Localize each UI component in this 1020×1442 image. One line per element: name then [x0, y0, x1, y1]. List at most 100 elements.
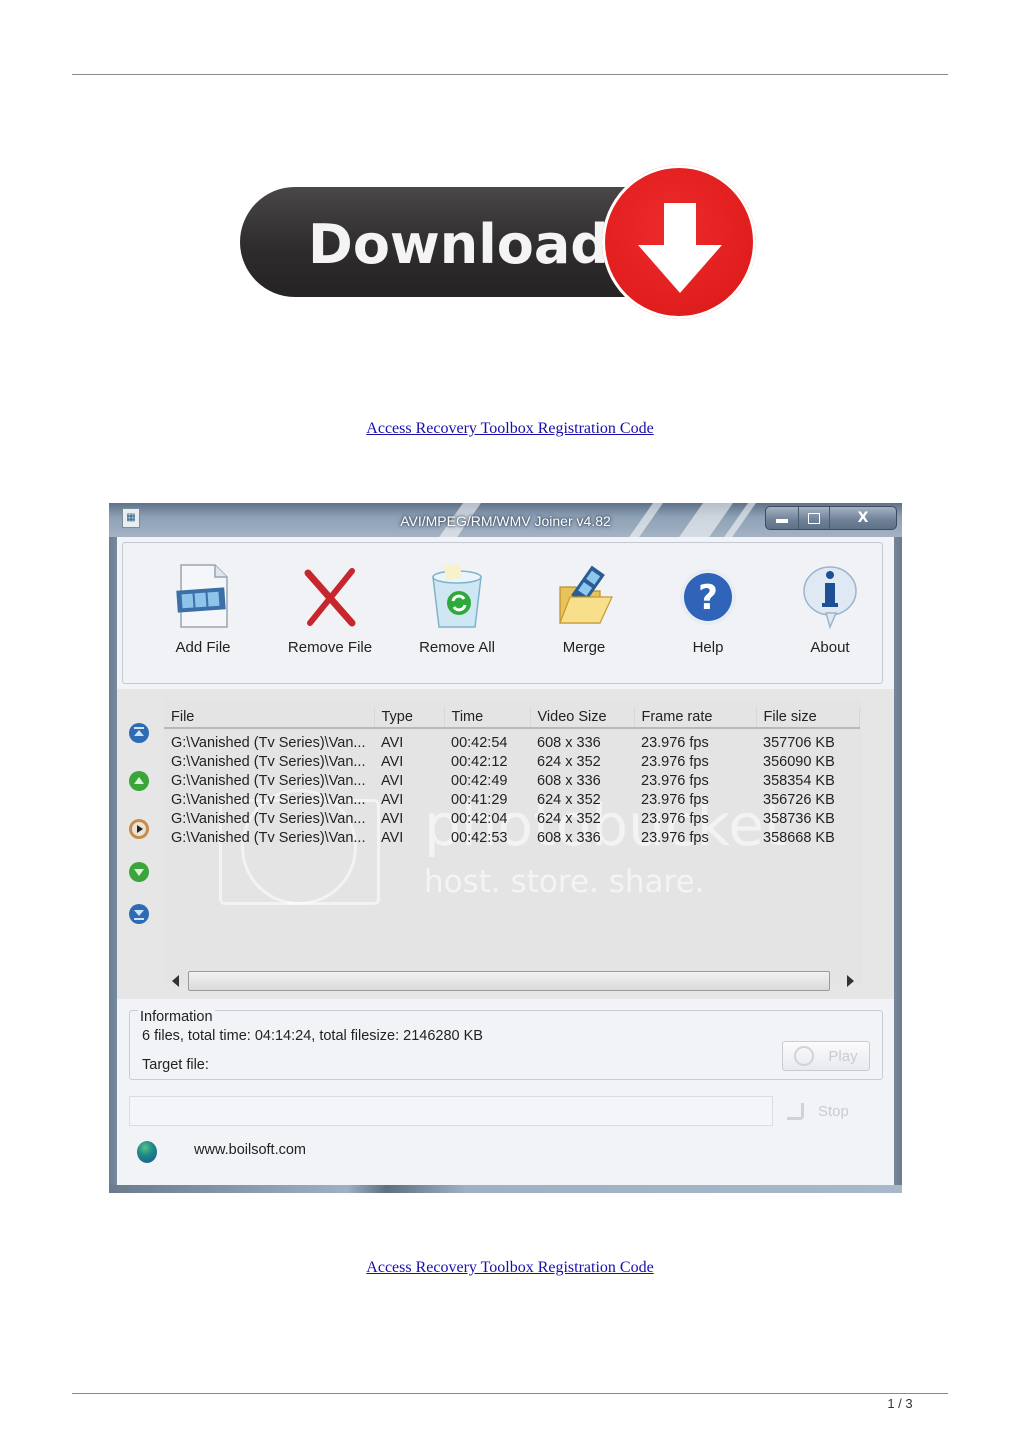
cell-type: AVI	[381, 810, 404, 827]
cell-file: G:\Vanished (Tv Series)\Van...	[171, 734, 366, 751]
cell-file-size: 358668 KB	[763, 829, 835, 846]
minimize-icon	[776, 519, 788, 523]
help-button[interactable]: ? Help	[658, 561, 758, 671]
maximize-icon	[808, 512, 820, 524]
help-label: Help	[692, 639, 724, 656]
cell-frame-rate: 23.976 fps	[641, 772, 709, 789]
cell-time: 00:42:53	[451, 829, 508, 846]
target-file-label: Target file:	[142, 1057, 209, 1073]
column-header-frame-rate[interactable]: Frame rate	[634, 707, 757, 729]
cell-type: AVI	[381, 829, 404, 846]
stop-icon	[787, 1102, 804, 1120]
column-header-time[interactable]: Time	[444, 707, 531, 729]
remove-file-button[interactable]: Remove File	[280, 561, 380, 671]
move-bottom-button[interactable]	[128, 903, 150, 925]
about-button[interactable]: About	[780, 561, 880, 671]
move-top-button[interactable]	[128, 722, 150, 744]
film-file-icon	[176, 564, 228, 628]
cell-file-size: 358354 KB	[763, 772, 835, 789]
file-list-area: photobucket host. store. share. File Typ…	[117, 689, 894, 999]
watermark-tagline: host. store. share.	[424, 864, 705, 900]
scroll-right-arrow-icon[interactable]	[847, 975, 854, 987]
cell-file-size: 356090 KB	[763, 753, 835, 770]
recycle-bin-icon	[432, 563, 482, 628]
close-button[interactable]: X	[830, 507, 896, 529]
window-bottom-frame	[109, 1185, 902, 1193]
top-divider	[72, 74, 948, 75]
download-button[interactable]: Download	[240, 165, 758, 320]
cell-video-size: 624 x 352	[537, 810, 601, 827]
cell-file: G:\Vanished (Tv Series)\Van...	[171, 810, 366, 827]
cell-time: 00:42:04	[451, 810, 508, 827]
move-down-button[interactable]	[128, 861, 150, 883]
cell-frame-rate: 23.976 fps	[641, 829, 709, 846]
cell-file: G:\Vanished (Tv Series)\Van...	[171, 791, 366, 808]
remove-all-label: Remove All	[419, 639, 495, 656]
play-preview-button[interactable]	[128, 818, 150, 840]
table-row[interactable]: G:\Vanished (Tv Series)\Van... AVI 00:42…	[164, 771, 859, 790]
red-x-icon	[304, 568, 356, 627]
close-icon: X	[857, 510, 869, 526]
cell-video-size: 608 x 336	[537, 734, 601, 751]
cell-type: AVI	[381, 753, 404, 770]
horizontal-scrollbar[interactable]	[172, 971, 862, 991]
scrollbar-thumb[interactable]	[188, 971, 830, 991]
cell-time: 00:42:12	[451, 753, 508, 770]
app-window: ▦ AVI/MPEG/RM/WMV Joiner v4.82 X Add Fil…	[109, 503, 902, 1193]
page-number: 1 / 3	[887, 1396, 913, 1411]
minimize-button[interactable]	[766, 507, 799, 529]
window-controls: X	[765, 506, 897, 530]
add-file-button[interactable]: Add File	[153, 561, 253, 671]
move-down-icon	[129, 862, 149, 882]
table-row[interactable]: G:\Vanished (Tv Series)\Van... AVI 00:42…	[164, 733, 859, 752]
play-preview-icon	[129, 819, 149, 839]
cell-frame-rate: 23.976 fps	[641, 810, 709, 827]
table-row[interactable]: G:\Vanished (Tv Series)\Van... AVI 00:42…	[164, 828, 859, 847]
title-bar: ▦ AVI/MPEG/RM/WMV Joiner v4.82 X	[109, 503, 902, 543]
cell-video-size: 608 x 336	[537, 772, 601, 789]
move-top-icon	[129, 723, 149, 743]
cell-type: AVI	[381, 734, 404, 751]
maximize-button[interactable]	[799, 507, 830, 529]
folder-film-icon	[559, 565, 613, 624]
stop-label: Stop	[818, 1102, 849, 1120]
cell-video-size: 608 x 336	[537, 829, 601, 846]
promo-link-top[interactable]: Access Recovery Toolbox Registration Cod…	[0, 420, 1020, 438]
column-header-type[interactable]: Type	[374, 707, 445, 729]
merge-button[interactable]: Merge	[534, 561, 634, 671]
cell-file: G:\Vanished (Tv Series)\Van...	[171, 753, 366, 770]
information-group: Information 6 files, total time: 04:14:2…	[129, 1009, 883, 1080]
file-list[interactable]: photobucket host. store. share. File Typ…	[164, 699, 862, 984]
scroll-left-arrow-icon[interactable]	[172, 975, 179, 987]
move-up-icon	[129, 771, 149, 791]
table-row[interactable]: G:\Vanished (Tv Series)\Van... AVI 00:42…	[164, 809, 859, 828]
cell-file-size: 356726 KB	[763, 791, 835, 808]
remove-all-button[interactable]: Remove All	[407, 561, 507, 671]
add-file-label: Add File	[175, 639, 231, 656]
play-label: Play	[828, 1047, 858, 1065]
merge-label: Merge	[562, 639, 606, 656]
website-link[interactable]: www.boilsoft.com	[194, 1142, 306, 1158]
move-bottom-icon	[129, 904, 149, 924]
column-header-video-size[interactable]: Video Size	[530, 707, 635, 729]
promo-link-bottom[interactable]: Access Recovery Toolbox Registration Cod…	[0, 1259, 1020, 1277]
toolbar: Add File Remove File Remove All Merge ? …	[122, 542, 883, 684]
column-header-file-size[interactable]: File size	[756, 707, 860, 729]
table-row[interactable]: G:\Vanished (Tv Series)\Van... AVI 00:42…	[164, 752, 859, 771]
stop-button[interactable]: Stop	[787, 1099, 867, 1123]
cell-time: 00:41:29	[451, 791, 508, 808]
cell-type: AVI	[381, 772, 404, 789]
globe-icon	[137, 1141, 157, 1163]
information-legend: Information	[138, 1009, 215, 1025]
move-up-button[interactable]	[128, 770, 150, 792]
table-row[interactable]: G:\Vanished (Tv Series)\Van... AVI 00:41…	[164, 790, 859, 809]
column-header-file[interactable]: File	[164, 707, 375, 729]
cell-file: G:\Vanished (Tv Series)\Van...	[171, 772, 366, 789]
cell-time: 00:42:49	[451, 772, 508, 789]
cell-file: G:\Vanished (Tv Series)\Van...	[171, 829, 366, 846]
remove-file-label: Remove File	[287, 639, 373, 656]
play-button[interactable]: Play	[782, 1041, 870, 1071]
download-label: Download	[308, 213, 609, 276]
svg-text:?: ?	[698, 578, 718, 618]
play-icon	[794, 1046, 815, 1066]
